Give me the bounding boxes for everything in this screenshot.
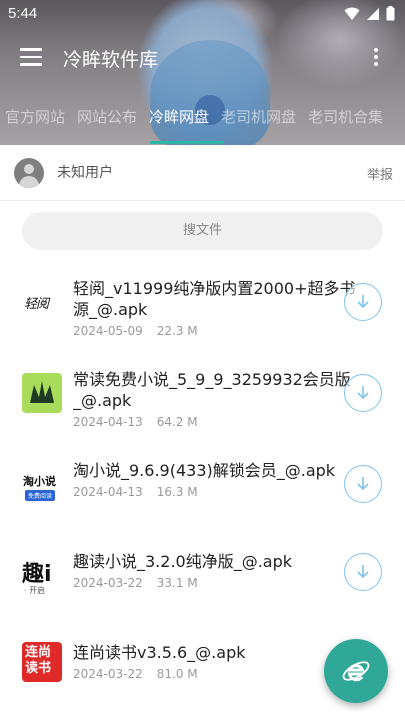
status-time: 5:44 — [8, 5, 38, 22]
list-item[interactable]: 常读免费小说_5_9_9_3259932会员版_@.apk 2024-04-13… — [0, 361, 405, 452]
download-icon — [357, 477, 369, 491]
file-name: 轻阅_v11999纯净版内置2000+超多书源_@.apk — [73, 279, 356, 319]
file-date: 2024-03-22 — [73, 667, 143, 681]
file-meta: 2024-03-22 81.0 M — [73, 667, 198, 681]
file-name: 趣读小说_3.2.0纯净版_@.apk — [73, 552, 293, 571]
tab-official-site[interactable]: 官方网站 — [5, 100, 65, 145]
file-size: 16.3 M — [156, 485, 198, 499]
status-icons — [344, 6, 395, 21]
list-item[interactable]: 轻阅 轻阅_v11999纯净版内置2000+超多书源_@.apk 2024-05… — [0, 270, 405, 361]
username: 未知用户 — [57, 165, 113, 181]
download-icon — [357, 295, 369, 309]
download-button[interactable] — [344, 465, 382, 503]
file-size: 22.3 M — [156, 324, 198, 338]
tab-indicator — [150, 141, 224, 144]
file-meta: 2024-03-22 33.1 M — [73, 576, 198, 590]
tab-bar: 官方网站 网站公布 冷眸网盘 老司机网盘 老司机合集 — [0, 100, 405, 145]
download-icon — [357, 386, 369, 400]
signal-icon — [367, 7, 379, 20]
user-row[interactable]: 未知用户 举报 — [0, 145, 405, 201]
header-banner: 5:44 冷眸软件库 官方网站 网站公布 冷眸网盘 老司机网盘 老司机合集 — [0, 0, 405, 145]
more-options-icon[interactable] — [373, 48, 379, 68]
file-name: 连尚读书v3.5.6_@.apk — [73, 643, 246, 662]
tab-driver-drive[interactable]: 老司机网盘 — [221, 100, 296, 145]
download-button[interactable] — [344, 283, 382, 321]
file-size: 33.1 M — [156, 576, 198, 590]
lianshang-app-icon: 连尚读书 — [22, 642, 62, 682]
report-button[interactable]: 举报 — [367, 164, 393, 183]
file-size: 64.2 M — [156, 415, 198, 429]
app-screen: 5:44 冷眸软件库 官方网站 网站公布 冷眸网盘 老司机网盘 老司机合集 未知… — [0, 0, 405, 720]
battery-icon — [386, 6, 395, 21]
tab-lengmou-drive[interactable]: 冷眸网盘 — [149, 100, 209, 145]
download-button[interactable] — [344, 553, 382, 591]
file-meta: 2024-04-13 16.3 M — [73, 485, 198, 499]
status-bar: 5:44 — [0, 0, 405, 28]
browser-e-icon — [342, 661, 370, 682]
changdu-app-icon — [22, 373, 62, 413]
qudu-app-icon: 趣i · 开启 — [22, 553, 62, 599]
download-icon — [357, 565, 369, 579]
file-meta: 2024-04-13 64.2 M — [73, 415, 198, 429]
taoxiaoshuo-app-icon: 淘小说 免费阅读 — [22, 464, 62, 504]
qingyue-app-icon: 轻阅 — [22, 282, 62, 322]
file-date: 2024-03-22 — [73, 576, 143, 590]
file-name: 淘小说_9.6.9(433)解锁会员_@.apk — [73, 461, 336, 480]
file-name: 常读免费小说_5_9_9_3259932会员版_@.apk — [73, 370, 351, 410]
tab-site-announcement[interactable]: 网站公布 — [77, 100, 137, 145]
file-date: 2024-04-13 — [73, 485, 143, 499]
list-item[interactable]: 淘小说 免费阅读 淘小说_9.6.9(433)解锁会员_@.apk 2024-0… — [0, 452, 405, 543]
app-title: 冷眸软件库 — [63, 49, 159, 71]
browser-fab-button[interactable] — [324, 639, 388, 703]
menu-icon[interactable] — [20, 48, 42, 66]
file-date: 2024-05-09 — [73, 324, 143, 338]
file-size: 81.0 M — [156, 667, 198, 681]
search-input[interactable]: 搜文件 — [22, 212, 383, 250]
file-date: 2024-04-13 — [73, 415, 143, 429]
file-meta: 2024-05-09 22.3 M — [73, 324, 198, 338]
avatar[interactable] — [14, 158, 44, 188]
download-button[interactable] — [344, 374, 382, 412]
list-item[interactable]: 趣i · 开启 趣读小说_3.2.0纯净版_@.apk 2024-03-22 33… — [0, 543, 405, 634]
wifi-icon — [344, 7, 360, 20]
tab-driver-collection[interactable]: 老司机合集 — [308, 100, 383, 145]
toolbar: 冷眸软件库 — [0, 34, 405, 82]
